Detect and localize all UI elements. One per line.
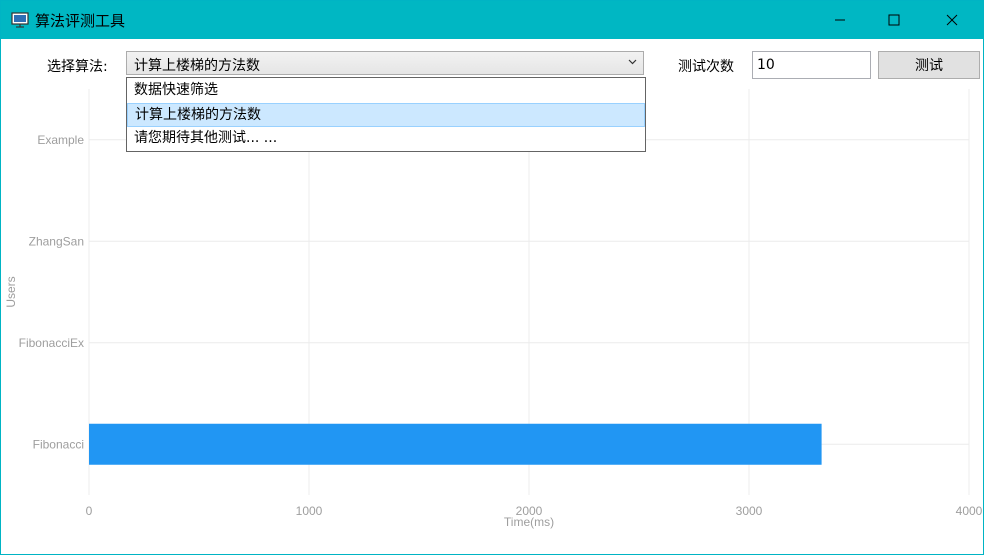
- algorithm-select[interactable]: 计算上楼梯的方法数: [126, 51, 644, 75]
- app-window: 算法评测工具 Example ZhangSan FibonacciEx Fibonac…: [0, 0, 984, 555]
- dropdown-option[interactable]: 请您期待其他测试... ...: [127, 127, 645, 151]
- algorithm-label: 选择算法:: [47, 59, 108, 75]
- dropdown-option-selected[interactable]: 计算上楼梯的方法数: [127, 103, 645, 127]
- test-count-input[interactable]: 10: [752, 51, 871, 79]
- chevron-down-icon: [628, 59, 637, 65]
- y-tick-label: Fibonacci: [33, 437, 84, 451]
- dropdown-option[interactable]: 数据快速筛选: [127, 79, 645, 103]
- y-tick-label: Example: [37, 133, 84, 147]
- algorithm-select-value: 计算上楼梯的方法数: [134, 58, 260, 74]
- test-button[interactable]: 测试: [878, 51, 980, 79]
- test-count-label: 测试次数: [678, 59, 734, 75]
- bar-fibonacci: [89, 423, 822, 465]
- x-tick-label: 3000: [736, 504, 763, 518]
- algorithm-dropdown-list: 数据快速筛选 计算上楼梯的方法数 请您期待其他测试... ...: [126, 77, 646, 152]
- x-tick-label: 1000: [296, 504, 323, 518]
- test-count-value: 10: [757, 57, 775, 73]
- y-tick-label: FibonacciEx: [19, 336, 84, 350]
- x-tick-label: 4000: [956, 504, 983, 518]
- y-tick-label: ZhangSan: [29, 234, 84, 248]
- x-axis-title: Time(ms): [504, 515, 554, 529]
- x-tick-label: 0: [86, 504, 93, 518]
- y-axis-title: Users: [4, 276, 18, 307]
